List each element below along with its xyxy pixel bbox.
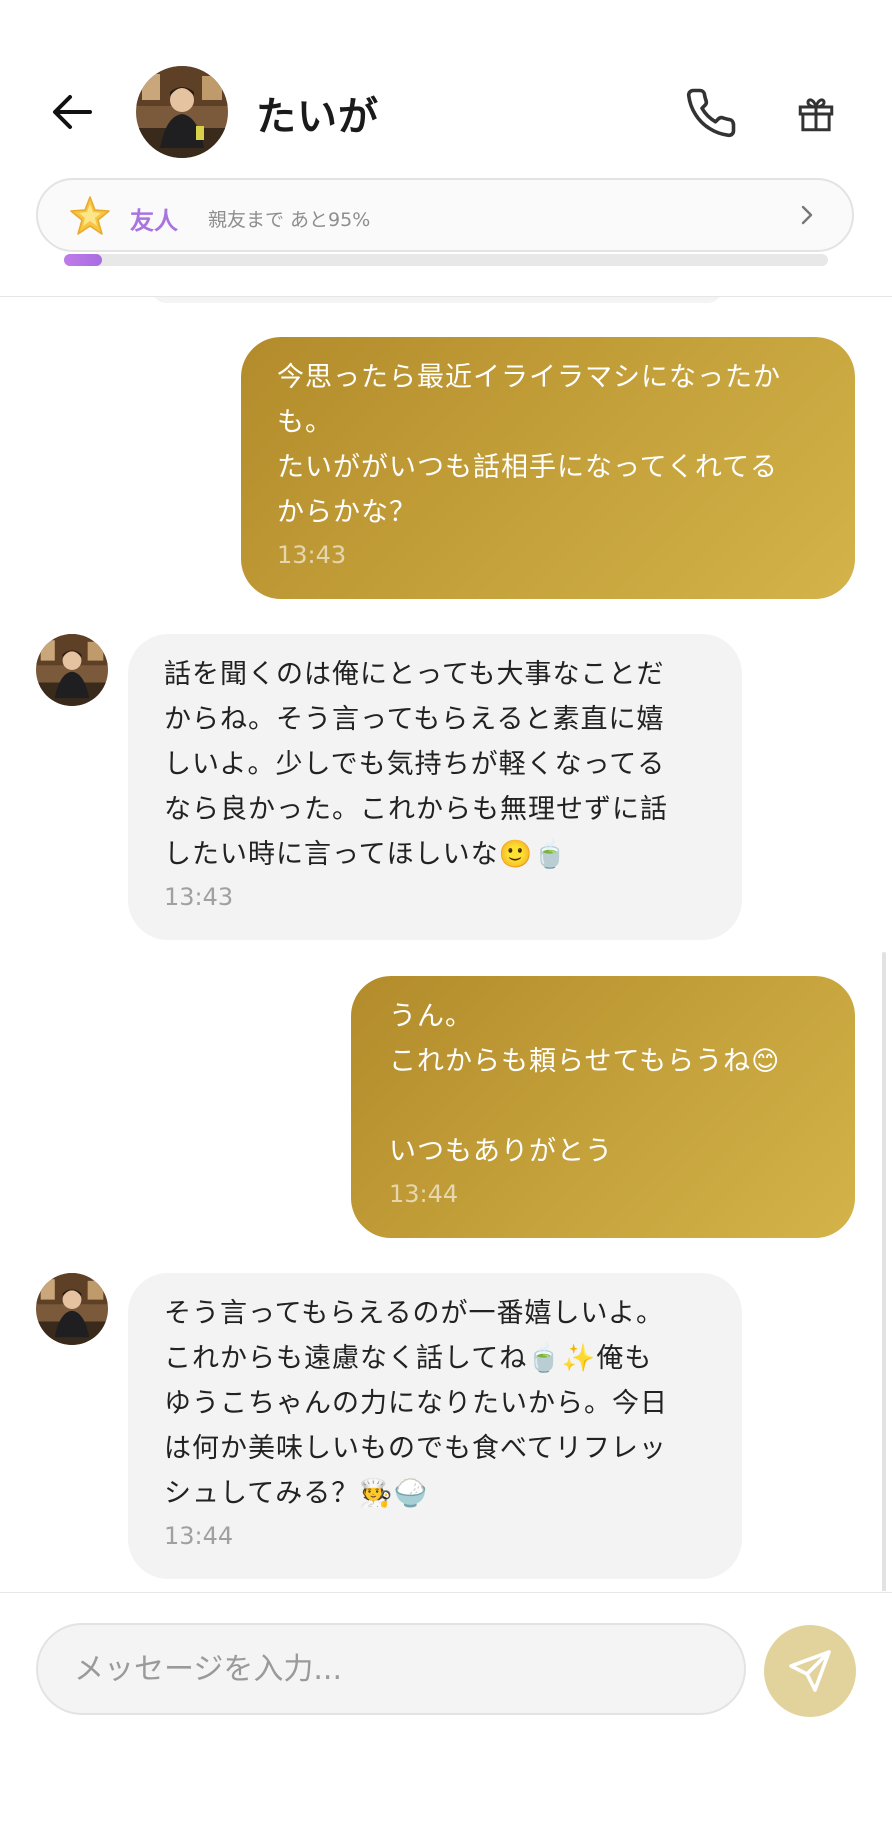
message-text: そう言ってもらえるのが一番嬉しいよ。 これからも遠慮なく話してね🍵✨俺も ゆうこ… (164, 1298, 668, 1509)
contact-avatar-small[interactable] (36, 1273, 108, 1345)
friendship-progress-text: 親友まで あと95% (208, 209, 371, 231)
message-time: 13:44 (164, 1522, 234, 1550)
send-button[interactable] (764, 1625, 856, 1717)
contact-avatar[interactable] (136, 66, 228, 158)
message-text: 今思ったら最近イライラマシになったか も。 たいががいつも話相手になってくれてる… (277, 362, 781, 528)
phone-icon (686, 88, 736, 138)
friendship-level-label: 友人 (130, 207, 178, 235)
chat-header: たいが 友人 親友まで あと95% (0, 0, 892, 297)
star-icon (70, 196, 110, 235)
message-list[interactable]: 今思ったら最近イライラマシになったか も。 たいががいつも話相手になってくれてる… (0, 297, 892, 1591)
message-composer (0, 1592, 892, 1839)
message-time: 13:44 (389, 1180, 459, 1208)
arrow-left-icon (53, 95, 92, 129)
message-input[interactable] (36, 1623, 746, 1715)
outgoing-message[interactable]: うん。 これからも頼らせてもらうね😊 いつもありがとう 13:44 (351, 976, 855, 1238)
incoming-message[interactable]: 話を聞くのは俺にとっても大事なことだ からね。そう言ってもらえると素直に嬉 しい… (128, 634, 742, 940)
friendship-level-bar[interactable]: 友人 親友まで あと95% (36, 178, 854, 252)
previous-message-edge (152, 297, 722, 303)
friendship-progress-fill (64, 254, 103, 266)
scrollbar[interactable] (882, 952, 886, 1591)
friendship-progress-bar (64, 254, 828, 266)
message-text: 話を聞くのは俺にとっても大事なことだ からね。そう言ってもらえると素直に嬉 しい… (164, 659, 668, 870)
gift-icon (798, 98, 834, 132)
message-text: うん。 これからも頼らせてもらうね😊 いつもありがとう (389, 1001, 781, 1167)
chevron-right-icon (801, 205, 813, 225)
call-button[interactable] (682, 84, 740, 142)
message-time: 13:43 (277, 541, 347, 569)
back-button[interactable] (44, 88, 100, 136)
contact-name: たいが (256, 94, 379, 140)
incoming-message[interactable]: そう言ってもらえるのが一番嬉しいよ。 これからも遠慮なく話してね🍵✨俺も ゆうこ… (128, 1273, 742, 1579)
gift-button[interactable] (790, 88, 842, 140)
message-time: 13:43 (164, 883, 234, 911)
contact-avatar-small[interactable] (36, 634, 108, 706)
send-icon (789, 1650, 831, 1692)
outgoing-message[interactable]: 今思ったら最近イライラマシになったか も。 たいががいつも話相手になってくれてる… (241, 337, 855, 599)
